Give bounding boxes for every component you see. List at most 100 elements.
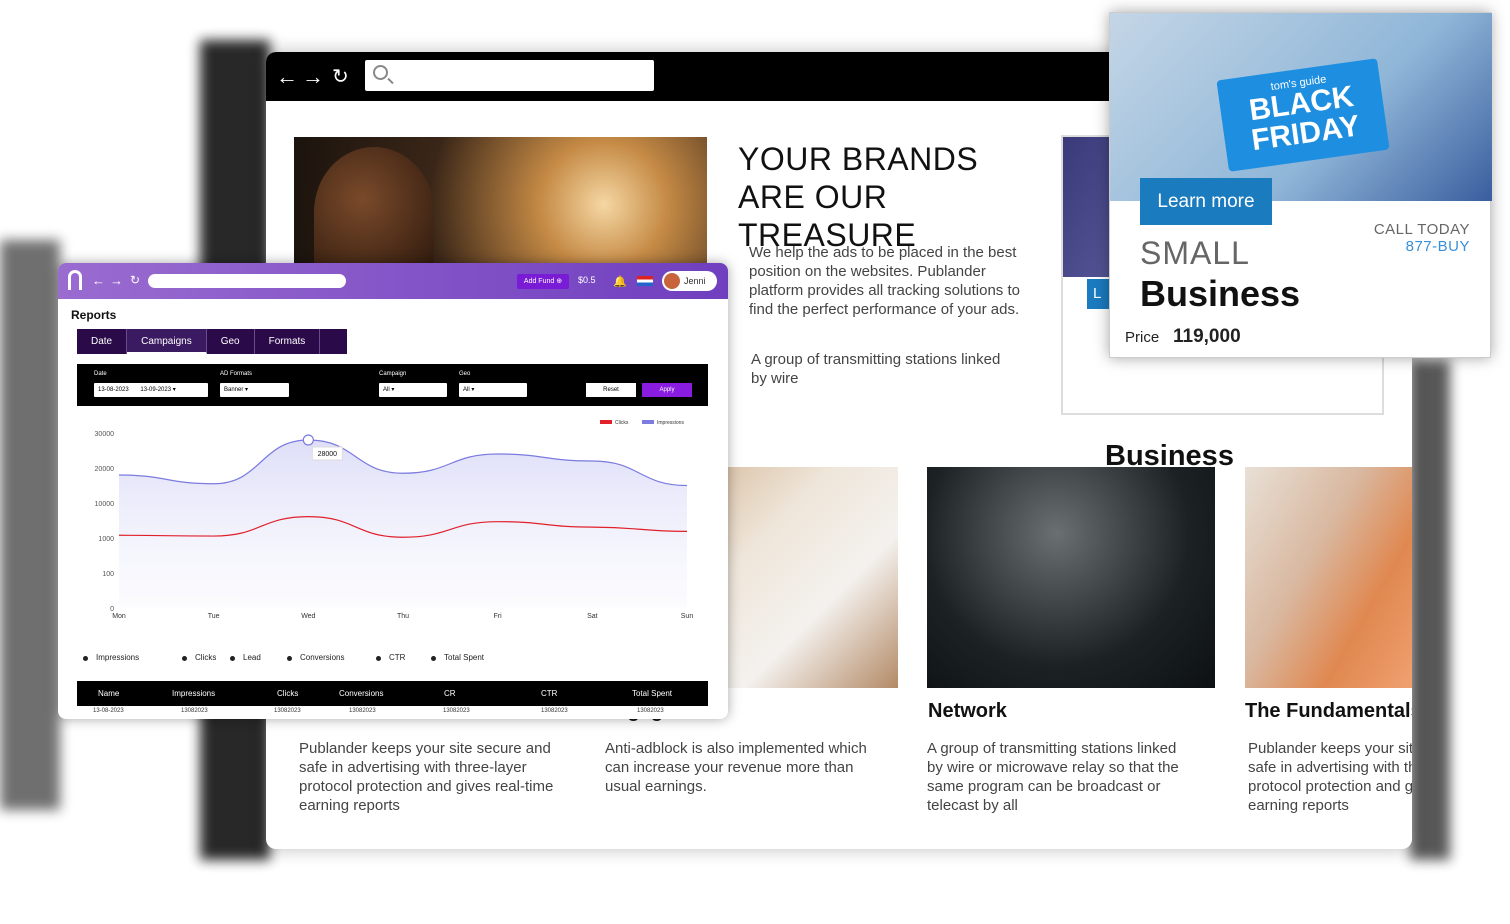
- legend-label: Clicks: [615, 420, 629, 426]
- x-tick-label: Tue: [208, 613, 220, 620]
- impressions-area: [119, 440, 687, 608]
- y-tick-label: 1000: [98, 536, 114, 543]
- card-text: Anti-adblock is also implemented which c…: [605, 740, 867, 795]
- legend-swatch: [600, 420, 612, 424]
- card-text: A group of transmitting stations linked …: [927, 740, 1179, 814]
- y-tick-label: 20000: [95, 466, 115, 473]
- formats-label: AD Formats: [220, 371, 253, 377]
- black-friday-tag: tom's guide BLACK FRIDAY: [1216, 58, 1390, 172]
- reload-icon[interactable]: ↻: [332, 66, 349, 88]
- card-image: [1245, 467, 1412, 688]
- card-text: Publander keeps your site secure and saf…: [299, 740, 554, 814]
- metric-dot[interactable]: [287, 656, 292, 661]
- add-fund-button[interactable]: Add Fund ⊕: [517, 274, 569, 289]
- table-row: 13-08-2023 13082023 13082023 13082023 130820…: [77, 708, 708, 719]
- search-icon: [373, 65, 388, 80]
- x-tick-label: Sat: [587, 613, 598, 620]
- page-headline: YOUR BRANDS ARE OUR TREASURE: [738, 141, 979, 253]
- intro-text: We help the ads to be placed in the best…: [749, 244, 1020, 318]
- report-tabs: Date Campaigns Geo Formats: [77, 329, 347, 354]
- reset-button[interactable]: Reset: [586, 383, 636, 397]
- tooltip-value: 28000: [318, 451, 338, 458]
- metric-clicks[interactable]: Clicks: [195, 653, 216, 662]
- bell-icon[interactable]: 🔔: [613, 275, 627, 288]
- card-text: Publander keeps your site secure and saf…: [1248, 740, 1412, 814]
- ad-banner-image: tom's guide BLACK FRIDAY: [1110, 13, 1492, 201]
- price-label: Price: [1125, 329, 1160, 346]
- column-header[interactable]: Conversions: [339, 689, 383, 698]
- metric-impressions[interactable]: Impressions: [96, 653, 139, 662]
- user-menu[interactable]: Jenni: [662, 271, 717, 291]
- geo-select[interactable]: All ▾: [459, 383, 527, 397]
- column-header[interactable]: Clicks: [277, 689, 298, 698]
- x-tick-label: Fri: [494, 613, 503, 620]
- x-tick-label: Thu: [397, 613, 409, 620]
- reports-dashboard: ← → ↻ Add Fund ⊕ $0.5 🔔 Jenni Reports Da…: [58, 263, 728, 719]
- metric-lead[interactable]: Lead: [243, 653, 261, 662]
- data-point-marker: [302, 434, 314, 446]
- x-tick-label: Sun: [681, 613, 694, 620]
- campaign-select[interactable]: All ▾: [379, 383, 447, 397]
- filter-bar: Date 13-08-2023 13-09-2023 ▾ AD Formats …: [77, 364, 708, 406]
- tab-date[interactable]: Date: [77, 329, 128, 354]
- intro-subtext: A group of transmitting stations linked …: [751, 351, 1001, 387]
- black-friday-ad[interactable]: tom's guide BLACK FRIDAY Learn more CALL…: [1109, 12, 1492, 358]
- publander-logo[interactable]: [68, 270, 82, 290]
- tab-formats[interactable]: Formats: [255, 329, 321, 354]
- geo-label: Geo: [459, 371, 471, 377]
- metric-dot[interactable]: [83, 656, 88, 661]
- reports-title: Reports: [71, 308, 117, 322]
- card-title: Network: [928, 700, 1007, 722]
- backdrop-shadow: [1410, 360, 1450, 860]
- forward-arrow-icon[interactable]: →: [110, 273, 123, 288]
- formats-select[interactable]: Banner ▾: [220, 383, 289, 397]
- flag-icon[interactable]: [637, 276, 653, 286]
- backdrop-shadow: [0, 240, 60, 810]
- dashboard-address-bar[interactable]: [148, 274, 346, 288]
- phone-number[interactable]: 877-BUY: [1374, 238, 1470, 255]
- learn-more-button[interactable]: Learn more: [1140, 178, 1272, 225]
- metric-dot[interactable]: [230, 656, 235, 661]
- tab-geo[interactable]: Geo: [207, 329, 255, 354]
- metric-conversions[interactable]: Conversions: [300, 653, 344, 662]
- avatar: [664, 273, 680, 289]
- back-arrow-icon[interactable]: ←: [276, 66, 298, 88]
- dashboard-topbar: ← → ↻ Add Fund ⊕ $0.5 🔔 Jenni: [58, 263, 728, 299]
- chart-svg: 30000200001000010001000Mon Tue Wed Thu Fri Sa…: [95, 420, 694, 620]
- column-header[interactable]: Impressions: [172, 689, 215, 698]
- metric-dot[interactable]: [182, 656, 187, 661]
- table-header: Name Impressions Clicks Conversions CR CTR Tot…: [77, 681, 708, 706]
- table-cell: 13082023: [541, 708, 568, 714]
- legend-label: Impressions: [657, 420, 684, 426]
- hero-image: [294, 137, 707, 277]
- call-today: CALL TODAY 877-BUY: [1373, 221, 1470, 255]
- metric-dot[interactable]: [431, 656, 436, 661]
- reload-icon[interactable]: ↻: [130, 273, 140, 287]
- ad-business-title: Business: [1140, 273, 1301, 314]
- address-bar[interactable]: [365, 60, 654, 91]
- metric-total-spent[interactable]: Total Spent: [444, 653, 484, 662]
- feature-card: The Fundamentals Publander keeps your si…: [1245, 467, 1412, 847]
- legend-swatch: [642, 420, 654, 424]
- card-title: The Fundamentals: [1245, 700, 1412, 722]
- table-cell: 13082023: [274, 708, 301, 714]
- column-header[interactable]: Total Spent: [632, 689, 672, 698]
- back-arrow-icon[interactable]: ←: [92, 273, 105, 288]
- table-cell: 13082023: [181, 708, 208, 714]
- column-header[interactable]: Name: [98, 689, 119, 698]
- date-range-field[interactable]: 13-08-2023 13-09-2023 ▾: [94, 383, 208, 397]
- apply-button[interactable]: Apply: [642, 383, 692, 397]
- column-header[interactable]: CTR: [541, 689, 557, 698]
- column-header[interactable]: CR: [444, 689, 456, 698]
- tab-campaigns[interactable]: Campaigns: [127, 329, 207, 354]
- metric-ctr[interactable]: CTR: [389, 653, 405, 662]
- forward-arrow-icon[interactable]: →: [302, 66, 324, 88]
- line-chart: 30000 20000 10000 1000 100 0 Mon Tue Wed Thu Fri Sa…: [77, 406, 708, 640]
- x-tick-label: Mon: [112, 613, 126, 620]
- ad-small-text: SMALL: [1140, 235, 1250, 271]
- y-tick-label: 10000: [95, 501, 115, 508]
- metric-dot[interactable]: [376, 656, 381, 661]
- campaign-label: Campaign: [379, 371, 407, 377]
- x-tick-label: Wed: [301, 613, 315, 620]
- table-cell: 13082023: [443, 708, 470, 714]
